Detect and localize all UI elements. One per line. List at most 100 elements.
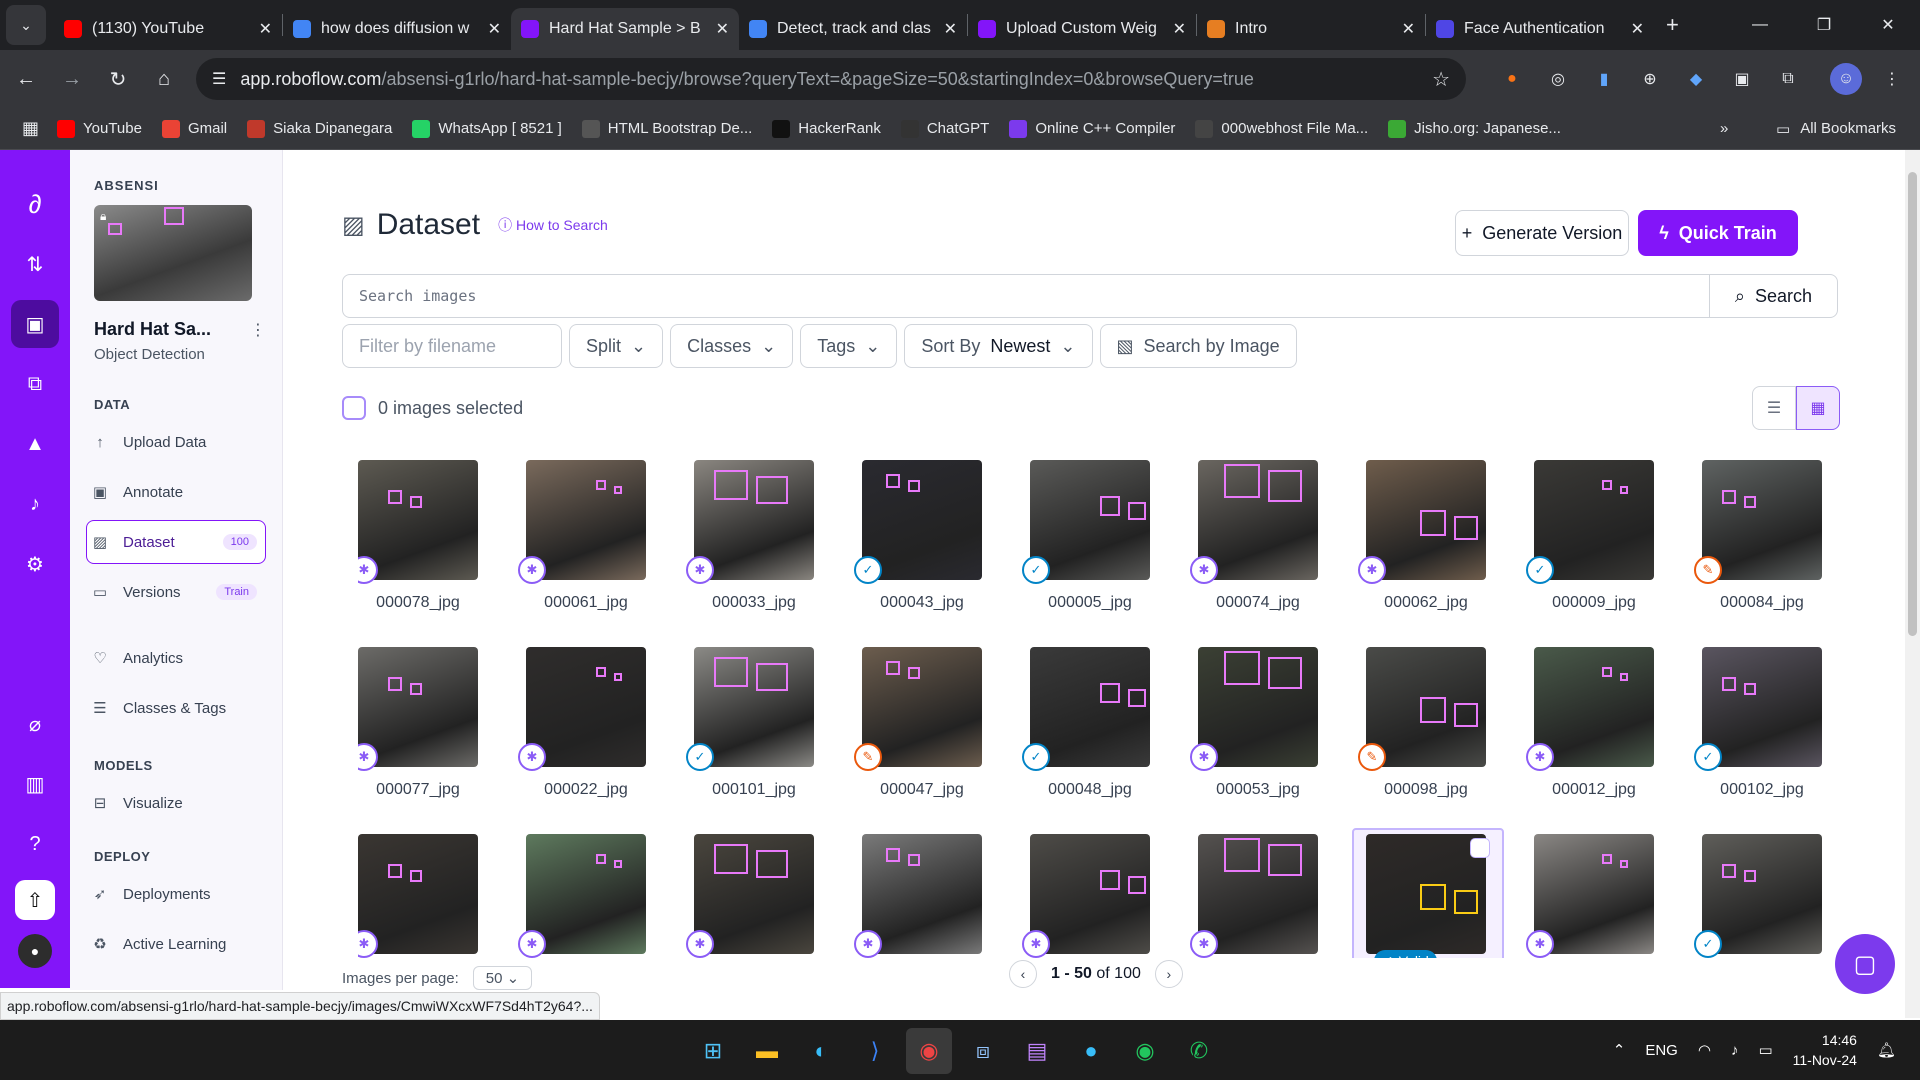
bookmark-item[interactable]: YouTube <box>57 119 142 138</box>
sidebar-item-versions[interactable]: ▭ Versions Train <box>86 570 266 614</box>
image-tile[interactable]: ✓ <box>1694 834 1822 958</box>
grid-view-icon[interactable]: ▦ <box>1796 386 1840 430</box>
roboflow-logo-icon[interactable]: ∂ <box>11 180 59 228</box>
battery-icon[interactable]: ▭ <box>1758 1041 1772 1059</box>
image-tile[interactable]: ✎ 000084_jpg <box>1694 460 1822 612</box>
bookmark-item[interactable]: Online C++ Compiler <box>1009 119 1175 138</box>
app-icon[interactable]: ● <box>1068 1028 1114 1074</box>
extension-icon[interactable]: ◎ <box>1542 63 1574 95</box>
bookmark-star-icon[interactable]: ☆ <box>1432 67 1450 92</box>
upgrade-icon[interactable]: ⇧ <box>15 880 55 920</box>
search-input[interactable]: Search images <box>343 287 1709 305</box>
image-tile[interactable]: ✱ <box>854 834 982 958</box>
project-name[interactable]: Hard Hat Sa... <box>94 319 211 340</box>
sidebar-item-analytics[interactable]: ♡ Analytics <box>86 636 266 680</box>
image-tile[interactable]: ✱ 000061_jpg <box>518 460 646 612</box>
minimize-icon[interactable]: — <box>1728 0 1792 50</box>
image-tile[interactable]: ✱ 000022_jpg <box>518 647 646 799</box>
classes-dropdown[interactable]: Classes ⌄ <box>670 324 794 368</box>
close-tab-icon[interactable]: ✕ <box>716 19 729 39</box>
sidebar-item-dataset[interactable]: ▨ Dataset 100 <box>86 520 266 564</box>
sort-dropdown[interactable]: Sort By Newest ⌄ <box>904 324 1093 368</box>
new-tab-icon[interactable]: + <box>1666 12 1679 38</box>
puzzle-icon[interactable]: ⧉ <box>1772 63 1804 95</box>
image-tile[interactable]: ✱ <box>518 834 646 958</box>
image-tile[interactable]: ✱ <box>686 834 814 958</box>
profile-icon[interactable]: ☺ <box>1830 63 1862 95</box>
bookmark-item[interactable]: Gmail <box>161 119 227 138</box>
image-tile[interactable]: ✎ 000098_jpg <box>1358 647 1486 799</box>
close-tab-icon[interactable]: ✕ <box>944 19 957 39</box>
sidebar-item-visualize[interactable]: ⊟ Visualize <box>86 781 266 825</box>
image-tile[interactable]: ✎ 000047_jpg <box>854 647 982 799</box>
apps-icon[interactable]: ▦ <box>22 118 39 139</box>
bookmark-item[interactable]: Siaka Dipanegara <box>247 119 392 138</box>
close-tab-icon[interactable]: ✕ <box>488 19 501 39</box>
close-tab-icon[interactable]: ✕ <box>259 19 272 39</box>
image-tile[interactable]: ✱ 000077_jpg <box>358 647 478 799</box>
edge-icon[interactable]: ◐ <box>798 1028 844 1074</box>
forward-icon[interactable]: → <box>52 59 92 99</box>
extension-icon[interactable]: ◆ <box>1680 63 1712 95</box>
transfer-icon[interactable]: ⇅ <box>11 240 59 288</box>
page-size-select[interactable]: 50 ⌄ <box>472 966 533 990</box>
notification-icon[interactable]: 🔔︎ <box>1877 1041 1896 1059</box>
help-icon[interactable]: ? <box>11 820 59 868</box>
browser-tab[interactable]: Upload Custom Weig ✕ <box>968 8 1196 50</box>
chrome-profile-icon[interactable]: ◉ <box>1122 1028 1168 1074</box>
image-tile[interactable]: ✱ 000078_jpg <box>358 460 478 612</box>
generate-version-button[interactable]: + Generate Version <box>1455 210 1629 256</box>
image-tile[interactable]: ✓ 000102_jpg <box>1694 647 1822 799</box>
more-options-icon[interactable]: ⋮ <box>250 320 266 340</box>
more-bookmarks-icon[interactable]: » <box>1720 120 1728 137</box>
image-tile[interactable]: ✓ 000009_jpg <box>1526 460 1654 612</box>
page-scrollbar[interactable] <box>1905 150 1920 1018</box>
back-icon[interactable]: ← <box>6 59 46 99</box>
filename-filter-input[interactable]: Filter by filename <box>342 324 562 368</box>
bookmark-item[interactable]: 000webhost File Ma... <box>1195 119 1368 138</box>
image-tile[interactable]: ✓ 000048_jpg <box>1022 647 1150 799</box>
tags-dropdown[interactable]: Tags ⌄ <box>800 324 898 368</box>
home-icon[interactable]: ⌂ <box>144 59 184 99</box>
image-tile[interactable]: ✱ <box>1526 834 1654 958</box>
image-thumbnail[interactable] <box>1366 834 1486 954</box>
image-tile[interactable]: ✱ <box>358 834 478 958</box>
gear-icon[interactable]: ⚙ <box>11 540 59 588</box>
network-app-icon[interactable]: ⧈ <box>960 1028 1006 1074</box>
whatsapp-icon[interactable]: ✆ <box>1176 1028 1222 1074</box>
image-tile[interactable]: ✱ 000062_jpg <box>1358 460 1486 612</box>
volume-icon[interactable]: ♪ <box>1731 1042 1739 1059</box>
image-tile[interactable]: ✓ 000005_jpg <box>1022 460 1150 612</box>
prev-page-icon[interactable]: ‹ <box>1009 960 1037 988</box>
close-tab-icon[interactable]: ✕ <box>1402 19 1415 39</box>
avatar[interactable]: ● <box>18 934 52 968</box>
site-info-icon[interactable]: ☰ <box>212 69 226 89</box>
image-tile[interactable]: ✱ <box>1022 834 1150 958</box>
chevron-up-icon[interactable]: ⌃ <box>1613 1041 1626 1059</box>
sidebar-item-classes-tags[interactable]: ☰ Classes & Tags <box>86 686 266 730</box>
close-tab-icon[interactable]: ✕ <box>1173 19 1186 39</box>
bookmark-item[interactable]: WhatsApp [ 8521 ] <box>412 119 562 138</box>
chrome-menu-icon[interactable]: ⋮ <box>1876 63 1908 95</box>
url-input[interactable]: ☰ app.roboflow.com/absensi-g1rlo/hard-ha… <box>196 58 1466 100</box>
browser-tab[interactable]: Detect, track and clas ✕ <box>739 8 967 50</box>
restore-icon[interactable]: ❐ <box>1792 0 1856 50</box>
workflow-icon[interactable]: ⧉ <box>11 360 59 408</box>
image-tile[interactable]: ✓ 000043_jpg <box>854 460 982 612</box>
bookmark-item[interactable]: HackerRank <box>772 119 881 138</box>
extension-icon[interactable]: ▣ <box>1726 63 1758 95</box>
browser-tab[interactable]: Hard Hat Sample > B ✕ <box>511 8 739 50</box>
split-dropdown[interactable]: Split ⌄ <box>569 324 664 368</box>
file-explorer-icon[interactable]: ▬ <box>744 1028 790 1074</box>
browser-tab[interactable]: Intro ✕ <box>1197 8 1425 50</box>
next-page-icon[interactable]: › <box>1154 960 1183 988</box>
extension-icon[interactable]: ▮ <box>1588 63 1620 95</box>
close-window-icon[interactable]: ✕ <box>1856 0 1920 50</box>
sidebar-item-deployments[interactable]: ➶ Deployments <box>86 872 266 916</box>
browser-tab[interactable]: Face Authentication ✕ <box>1426 8 1654 50</box>
image-tile[interactable]: ✱ 000012_jpg <box>1526 647 1654 799</box>
quick-train-button[interactable]: ϟ Quick Train <box>1638 210 1798 256</box>
reload-icon[interactable]: ↻ <box>98 59 138 99</box>
image-tile[interactable]: ✱ <box>1190 834 1318 958</box>
language[interactable]: ENG <box>1645 1042 1678 1059</box>
